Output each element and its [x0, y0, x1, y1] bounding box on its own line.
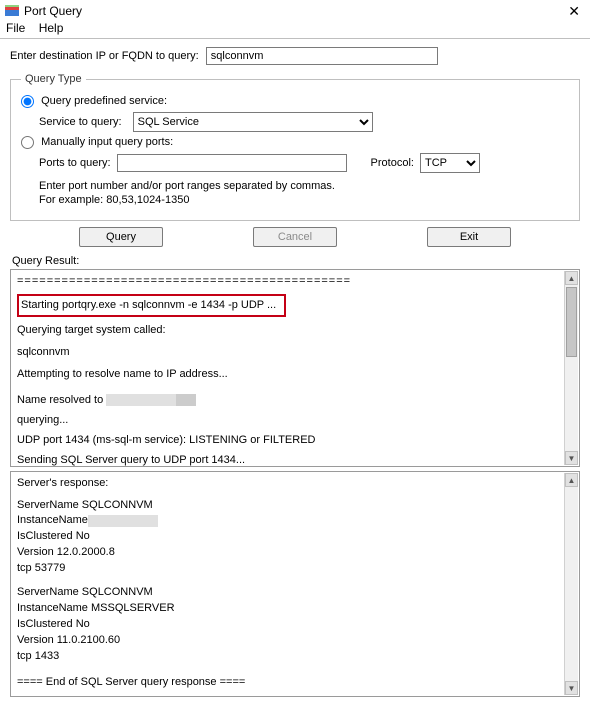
protocol-label: Protocol: [371, 157, 414, 169]
result-line: Server's response: [17, 476, 559, 492]
scroll-down-icon[interactable]: ▼ [565, 681, 578, 695]
titlebar: Port Query ✕ [0, 0, 590, 20]
result-content-top[interactable]: ========================================… [17, 274, 573, 467]
scroll-up-icon[interactable]: ▲ [565, 473, 578, 487]
result-line: sqlconnvm [17, 345, 559, 361]
scrollbar-top[interactable]: ▲ ▼ [564, 271, 578, 465]
query-button[interactable]: Query [79, 227, 163, 247]
ports-input[interactable] [117, 154, 347, 172]
result-box-top: ▲ ▼ ====================================… [10, 269, 580, 467]
result-line: Sending SQL Server query to UDP port 143… [17, 453, 559, 467]
result-line: IsClustered No [17, 529, 559, 545]
menu-file[interactable]: File [6, 21, 25, 35]
result-line: querying... [17, 413, 559, 429]
result-line: ==== End of SQL Server query response ==… [17, 675, 559, 691]
redacted-ip [106, 394, 196, 406]
destination-row: Enter destination IP or FQDN to query: [10, 47, 580, 65]
ports-label: Ports to query: [39, 157, 111, 169]
result-line: Attempting to resolve name to IP address… [17, 367, 559, 383]
result-line: InstanceName MSSQLSERVER [17, 601, 559, 617]
app-icon [4, 3, 20, 19]
result-line: tcp 1433 [17, 649, 559, 665]
destination-label: Enter destination IP or FQDN to query: [10, 50, 199, 62]
manual-radio[interactable] [21, 136, 34, 149]
result-line: Name resolved to [17, 393, 559, 409]
window-title: Port Query [24, 4, 562, 18]
result-content-bottom[interactable]: Server's response: ServerName SQLCONNVM … [17, 476, 573, 697]
protocol-select[interactable]: TCP [420, 153, 480, 173]
service-label: Service to query: [39, 116, 122, 128]
result-box-bottom: ▲ ▼ Server's response: ServerName SQLCON… [10, 471, 580, 697]
predefined-radio-label[interactable]: Query predefined service: [21, 95, 167, 107]
query-result-label: Query Result: [12, 255, 580, 267]
scrollbar-bottom[interactable]: ▲ ▼ [564, 473, 578, 695]
scroll-up-icon[interactable]: ▲ [565, 271, 578, 285]
result-line: ServerName SQLCONNVM [17, 498, 559, 514]
ports-hint: Enter port number and/or port ranges sep… [39, 179, 569, 208]
result-line: ServerName SQLCONNVM [17, 585, 559, 601]
destination-input[interactable] [206, 47, 438, 65]
result-line: UDP port 1434 (ms-sql-m service): LISTEN… [17, 433, 559, 449]
button-row: Query Cancel Exit [10, 227, 580, 247]
highlight-cmd: Starting portqry.exe -n sqlconnvm -e 143… [17, 294, 286, 318]
exit-button[interactable]: Exit [427, 227, 511, 247]
scroll-thumb[interactable] [566, 287, 577, 357]
redacted-instance [88, 515, 158, 527]
result-line: InstanceName [17, 513, 559, 529]
result-line: Version 11.0.2100.60 [17, 633, 559, 649]
result-line: Version 12.0.2000.8 [17, 545, 559, 561]
predefined-radio[interactable] [21, 95, 34, 108]
result-line: IsClustered No [17, 617, 559, 633]
result-line: tcp 53779 [17, 561, 559, 577]
query-type-group: Query Type Query predefined service: Ser… [10, 73, 580, 221]
result-line: Querying target system called: [17, 323, 559, 339]
scroll-down-icon[interactable]: ▼ [565, 451, 578, 465]
result-line: ========================================… [17, 274, 559, 290]
service-select[interactable]: SQL Service [133, 112, 373, 132]
close-icon[interactable]: ✕ [562, 3, 586, 20]
cancel-button: Cancel [253, 227, 337, 247]
manual-radio-label[interactable]: Manually input query ports: [21, 136, 173, 148]
menu-help[interactable]: Help [39, 21, 64, 35]
query-type-legend: Query Type [21, 73, 86, 85]
menubar: File Help [0, 20, 590, 39]
